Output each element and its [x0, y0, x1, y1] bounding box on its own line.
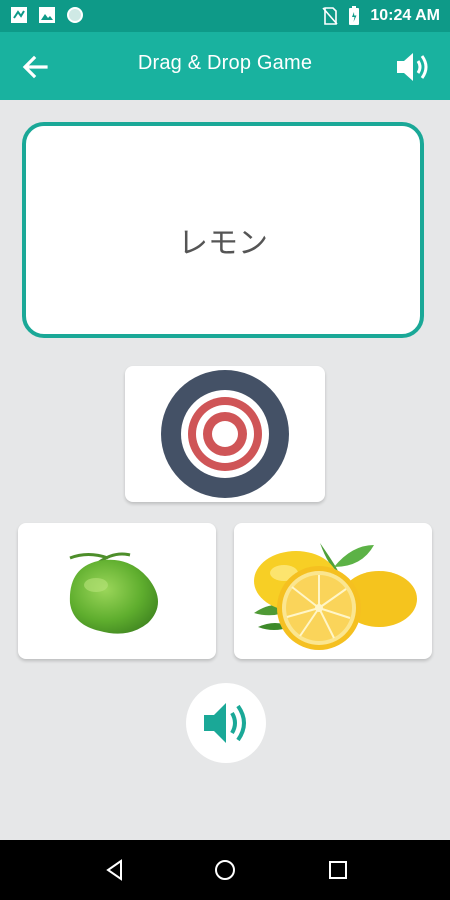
status-bar: 10:24 AM — [0, 0, 450, 32]
battery-icon — [349, 6, 360, 25]
word-card: レモン — [22, 122, 424, 338]
lemon-image — [254, 543, 417, 650]
no-sim-icon — [322, 7, 338, 25]
option-card-lemon[interactable] — [234, 523, 432, 659]
app-bar: Drag & Drop Game — [0, 32, 450, 100]
coconut-image — [69, 552, 158, 634]
drop-target-card[interactable] — [125, 366, 325, 502]
home-circle-icon[interactable] — [213, 858, 237, 882]
status-right-icons: 10:24 AM — [322, 6, 440, 26]
speaker-icon — [204, 703, 246, 743]
play-audio-button[interactable] — [186, 683, 266, 763]
target-word: レモン — [178, 227, 268, 260]
sync-icon — [67, 7, 83, 23]
status-time: 10:24 AM — [370, 7, 440, 24]
back-triangle-icon[interactable] — [103, 858, 127, 882]
notification-icon — [11, 7, 27, 23]
target-icon — [161, 370, 289, 498]
system-nav-bar — [0, 840, 450, 900]
recents-square-icon[interactable] — [326, 858, 350, 882]
page-title: Drag & Drop Game — [137, 52, 313, 74]
speaker-icon[interactable] — [394, 48, 432, 86]
status-left-icons — [10, 6, 84, 24]
option-card-coconut[interactable] — [18, 523, 216, 659]
image-icon — [39, 7, 55, 23]
